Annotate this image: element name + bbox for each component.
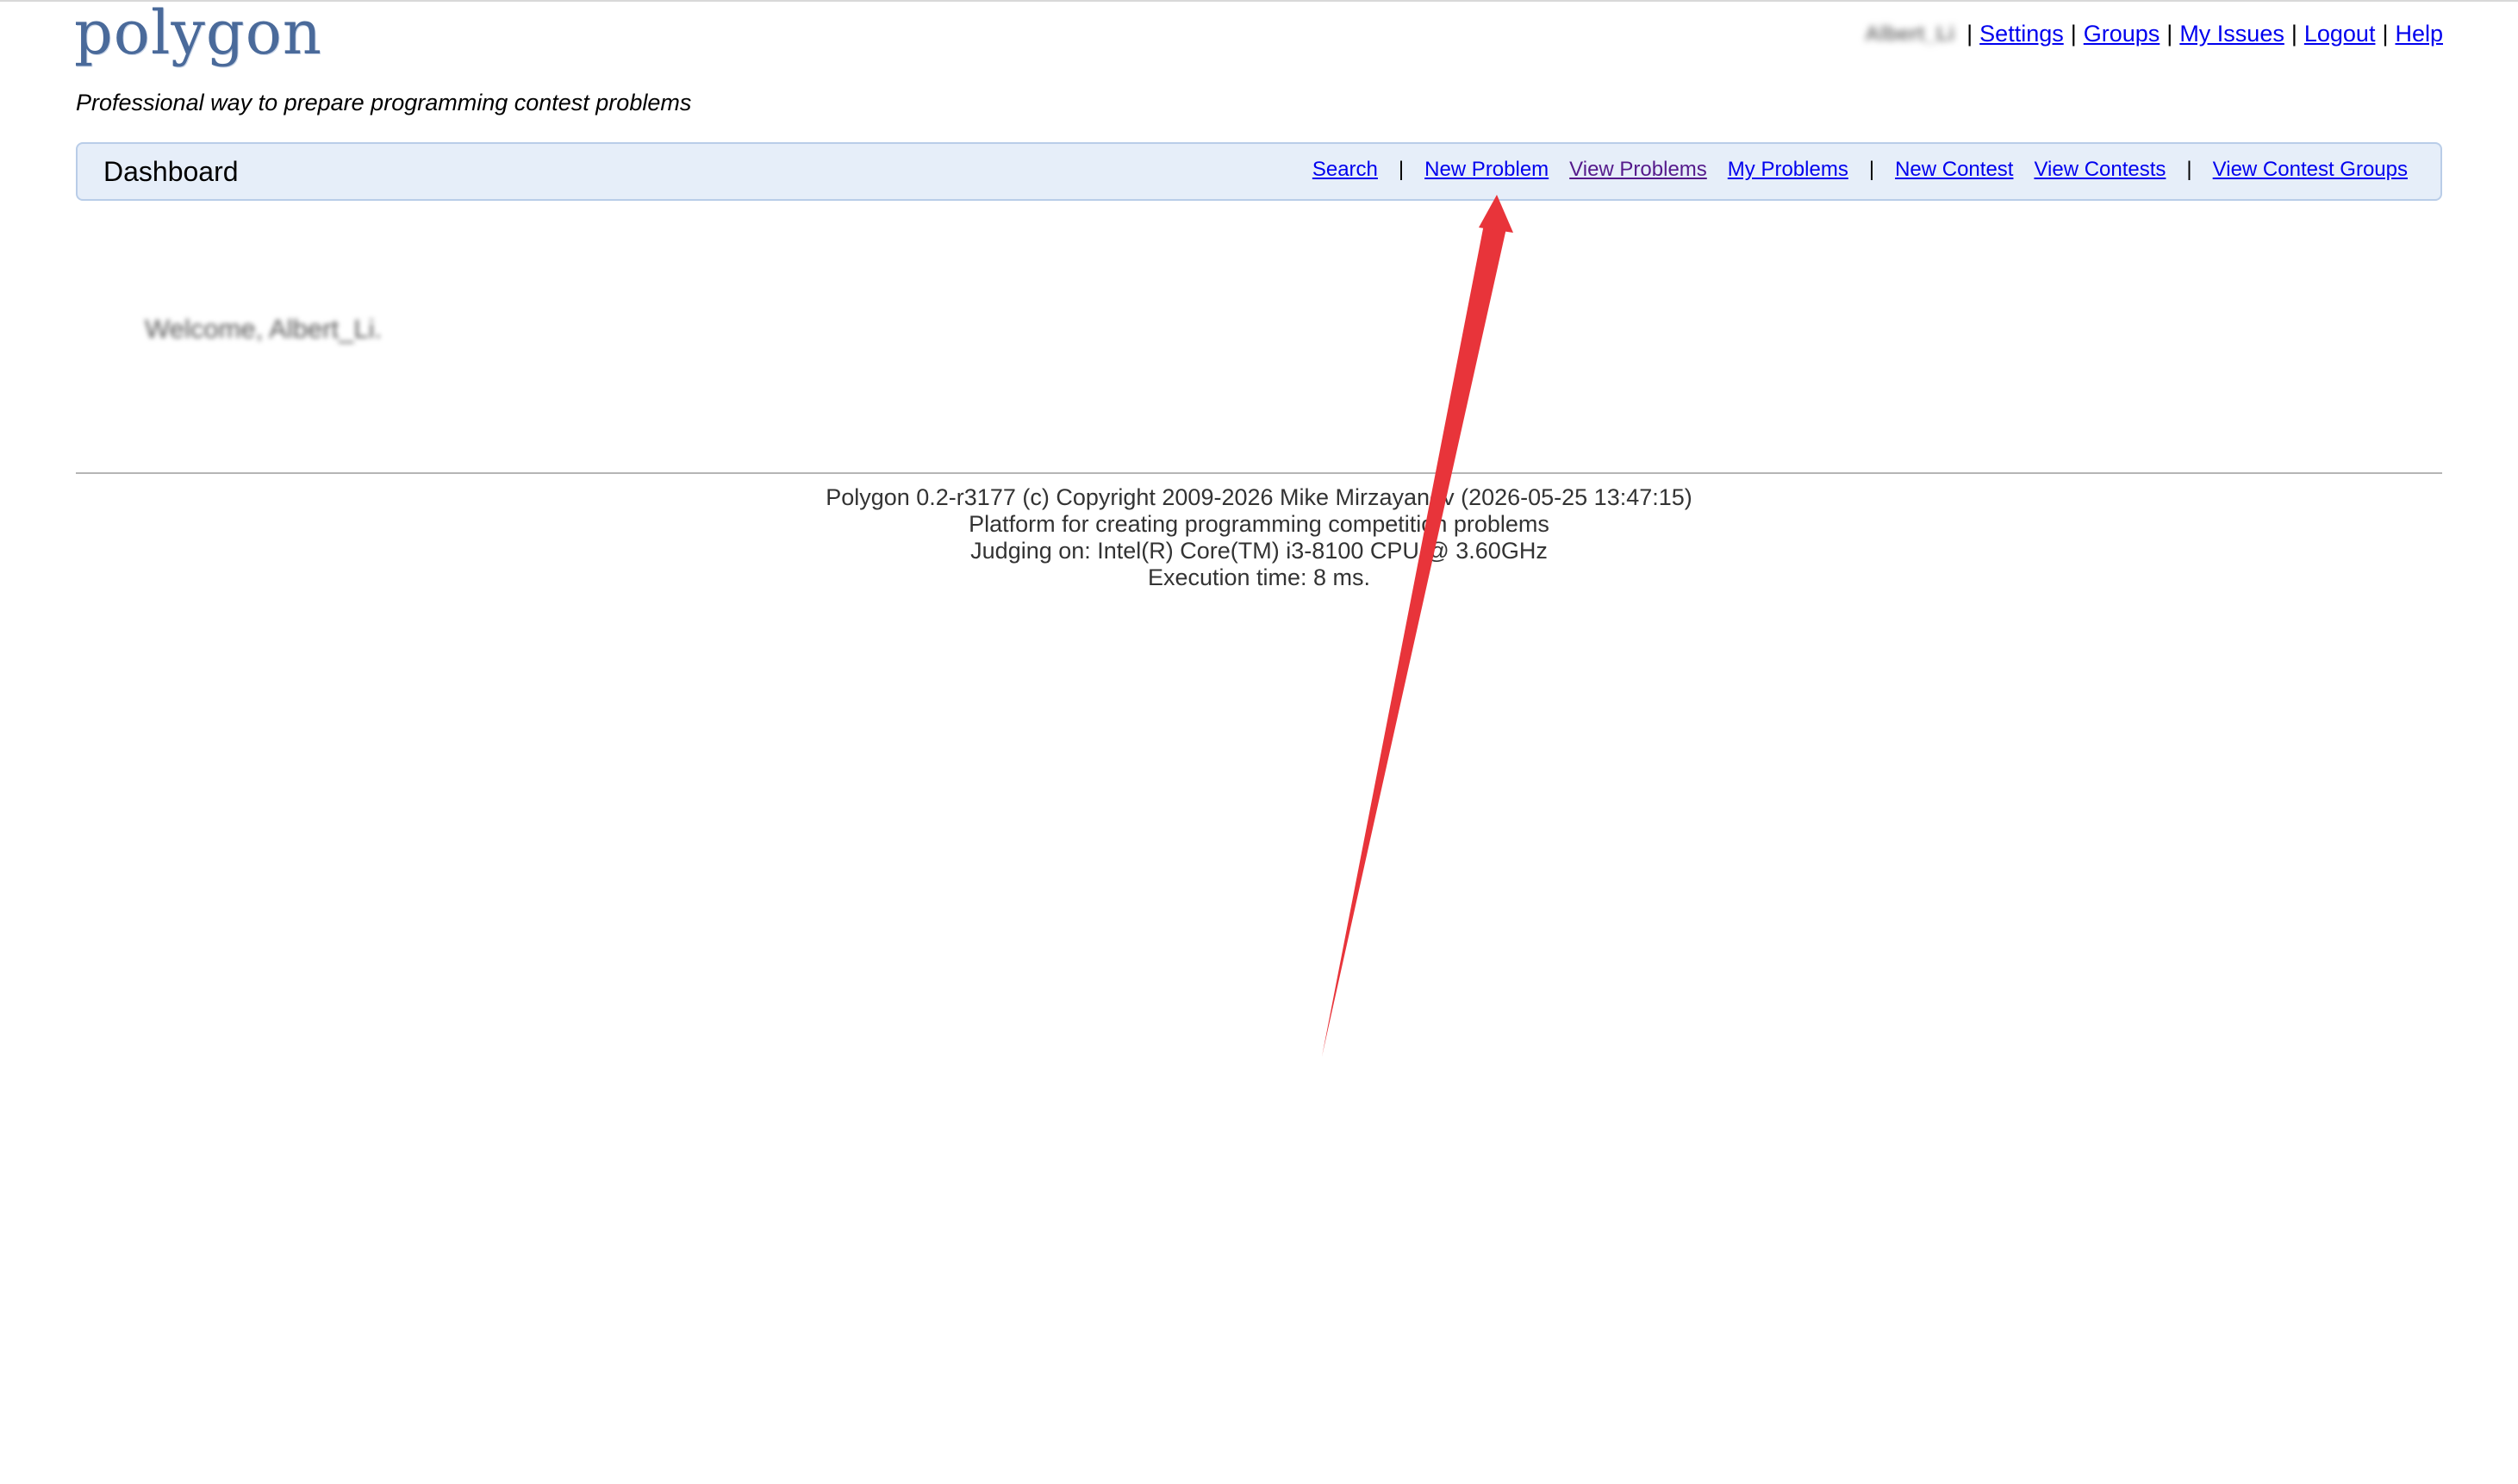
main-menu: Search | New Problem View Problems My Pr… [1302, 158, 2418, 182]
menu-view-contest-groups-link[interactable]: View Contest Groups [2213, 158, 2408, 182]
separator: | [1966, 21, 1973, 47]
separator: | [2382, 21, 2389, 47]
separator: | [2070, 21, 2077, 47]
settings-link[interactable]: Settings [1979, 21, 2064, 47]
my-issues-link[interactable]: My Issues [2179, 21, 2284, 47]
logout-link[interactable]: Logout [2304, 21, 2376, 47]
polygon-logo[interactable]: polygon [74, 2, 322, 69]
welcome-message: Welcome, Albert_Li. [145, 314, 383, 344]
footer-copyright: Polygon 0.2-r3177 (c) Copyright 2009-202… [826, 484, 1692, 510]
menu-new-contest-link[interactable]: New Contest [1895, 158, 2013, 182]
menu-view-contests-link[interactable]: View Contests [2034, 158, 2166, 182]
menu-separator: | [1868, 158, 1875, 181]
menu-view-problems-link[interactable]: View Problems [1569, 158, 1707, 182]
page-title: Dashboard [103, 156, 239, 187]
username: Albert_Li [1865, 22, 1955, 46]
menu-separator: | [2186, 158, 2192, 181]
main-menu-bar: Dashboard Search | New Problem View Prob… [76, 142, 2442, 201]
groups-link[interactable]: Groups [2084, 21, 2160, 47]
footer-divider [76, 472, 2442, 474]
menu-my-problems-link[interactable]: My Problems [1728, 158, 1848, 182]
separator: | [2166, 21, 2173, 47]
annotation-arrow [1322, 195, 1513, 1057]
user-links: Albert_Li | Settings | Groups | My Issue… [1865, 21, 2443, 47]
browser-page: polygon Professional way to prepare prog… [0, 0, 2518, 1484]
arrow-shaft [1322, 215, 1508, 1057]
menu-separator: | [1398, 158, 1405, 181]
footer-judging: Judging on: Intel(R) Core(TM) i3-8100 CP… [970, 538, 1548, 564]
separator: | [2291, 21, 2297, 47]
footer-platform: Platform for creating programming compet… [969, 511, 1549, 537]
help-link[interactable]: Help [2395, 21, 2443, 47]
footer: Polygon 0.2-r3177 (c) Copyright 2009-202… [76, 484, 2442, 591]
menu-search-link[interactable]: Search [1312, 158, 1378, 182]
footer-execution-time: Execution time: 8 ms. [1147, 564, 1371, 590]
menu-new-problem-link[interactable]: New Problem [1424, 158, 1549, 182]
tagline: Professional way to prepare programming … [76, 90, 692, 115]
